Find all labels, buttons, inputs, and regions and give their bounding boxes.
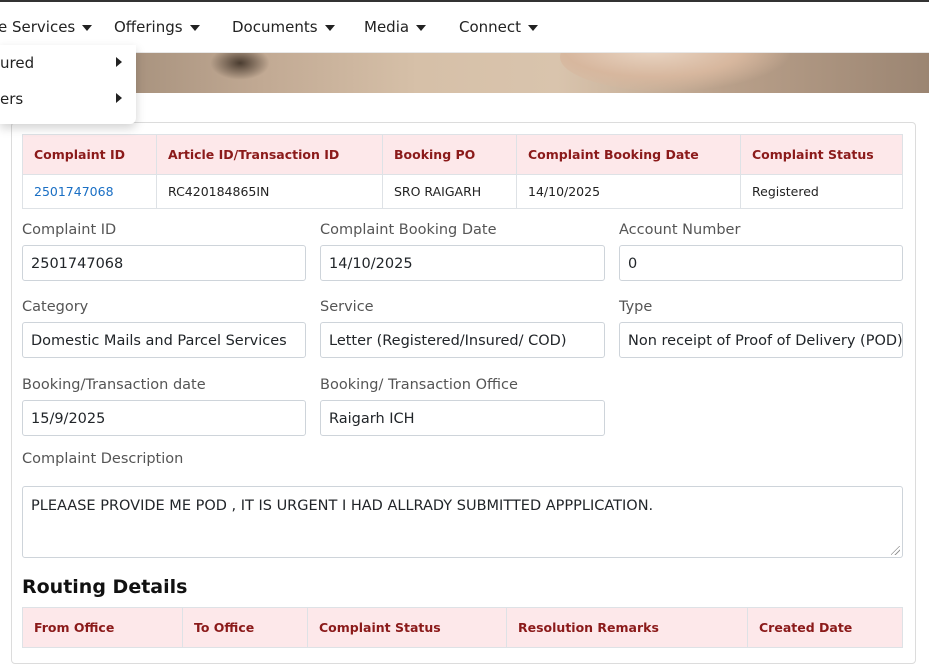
booking-date-label: Complaint Booking Date: [320, 222, 497, 238]
table-cell: SRO RAIGARH: [382, 174, 517, 209]
dropdown-item-label: ers: [0, 90, 24, 108]
type-field[interactable]: Non receipt of Proof of Delivery (POD): [619, 322, 903, 358]
table-header: Complaint Status: [740, 134, 903, 175]
complaint-id-field[interactable]: 2501747068: [22, 245, 306, 281]
table-header: Complaint Booking Date: [516, 134, 741, 175]
routing-table: From Office To Office Complaint Status R…: [22, 607, 903, 648]
transaction-office-label: Booking/ Transaction Office: [320, 377, 518, 393]
category-label: Category: [22, 299, 89, 315]
dropdown-item-insured[interactable]: ured: [0, 45, 136, 81]
nav-offerings-label: Offerings: [114, 18, 183, 36]
service-field[interactable]: Letter (Registered/Insured/ COD): [320, 322, 605, 358]
caret-down-icon: [82, 24, 93, 31]
table-header-row: Complaint ID Article ID/Transaction ID B…: [22, 134, 903, 175]
transaction-office-field[interactable]: Raigarh ICH: [320, 400, 605, 436]
caret-down-icon: [189, 24, 200, 31]
caret-down-icon: [528, 24, 539, 31]
table-row: 2501747068 RC420184865IN SRO RAIGARH 14/…: [22, 174, 903, 209]
table-header: From Office: [22, 607, 183, 648]
account-number-label: Account Number: [619, 222, 741, 238]
nav-documents[interactable]: Documents: [232, 2, 335, 52]
service-label: Service: [320, 299, 374, 315]
banner-shadow: [210, 52, 270, 80]
nav-services-label: e Services: [0, 18, 76, 36]
nav-media-label: Media: [364, 18, 410, 36]
complaint-summary-table: Complaint ID Article ID/Transaction ID B…: [22, 134, 903, 209]
type-label: Type: [619, 299, 653, 315]
nav-media[interactable]: Media: [364, 2, 427, 52]
dropdown-item-others[interactable]: ers: [0, 81, 136, 117]
description-label: Complaint Description: [22, 451, 184, 467]
dropdown-item-label: ured: [0, 54, 35, 72]
table-cell: Registered: [740, 174, 903, 209]
routing-details-title: Routing Details: [22, 576, 188, 598]
table-cell: 2501747068: [22, 174, 157, 209]
transaction-date-field[interactable]: 15/9/2025: [22, 400, 306, 436]
caret-down-icon: [324, 24, 335, 31]
category-field[interactable]: Domestic Mails and Parcel Services: [22, 322, 306, 358]
caret-right-icon: [116, 57, 122, 67]
table-header: Complaint ID: [22, 134, 157, 175]
nav-documents-label: Documents: [232, 18, 318, 36]
description-textarea[interactable]: PLEAASE PROVIDE ME POD , IT IS URGENT I …: [22, 486, 903, 558]
banner-image: [0, 52, 929, 93]
services-dropdown-menu: ured ers: [0, 45, 136, 124]
table-header: Article ID/Transaction ID: [156, 134, 383, 175]
table-header: Booking PO: [382, 134, 517, 175]
table-cell: RC420184865IN: [156, 174, 383, 209]
table-header: To Office: [182, 607, 308, 648]
nav-connect[interactable]: Connect: [459, 2, 539, 52]
description-text: PLEAASE PROVIDE ME POD , IT IS URGENT I …: [31, 498, 654, 514]
table-header-row: From Office To Office Complaint Status R…: [22, 607, 903, 648]
complaint-id-label: Complaint ID: [22, 222, 117, 238]
table-header: Created Date: [747, 607, 903, 648]
table-header: Resolution Remarks: [506, 607, 748, 648]
transaction-date-label: Booking/Transaction date: [22, 377, 206, 393]
table-cell: 14/10/2025: [516, 174, 741, 209]
main-navbar: e Services Offerings Documents Media Con…: [0, 2, 929, 53]
account-number-field[interactable]: 0: [619, 245, 903, 281]
resize-grip-icon[interactable]: [891, 546, 900, 555]
table-header: Complaint Status: [307, 607, 507, 648]
caret-down-icon: [416, 24, 427, 31]
banner-hand: [560, 52, 790, 92]
nav-connect-label: Connect: [459, 18, 522, 36]
caret-right-icon: [116, 93, 122, 103]
complaint-id-link[interactable]: 2501747068: [34, 184, 114, 199]
booking-date-field[interactable]: 14/10/2025: [320, 245, 605, 281]
